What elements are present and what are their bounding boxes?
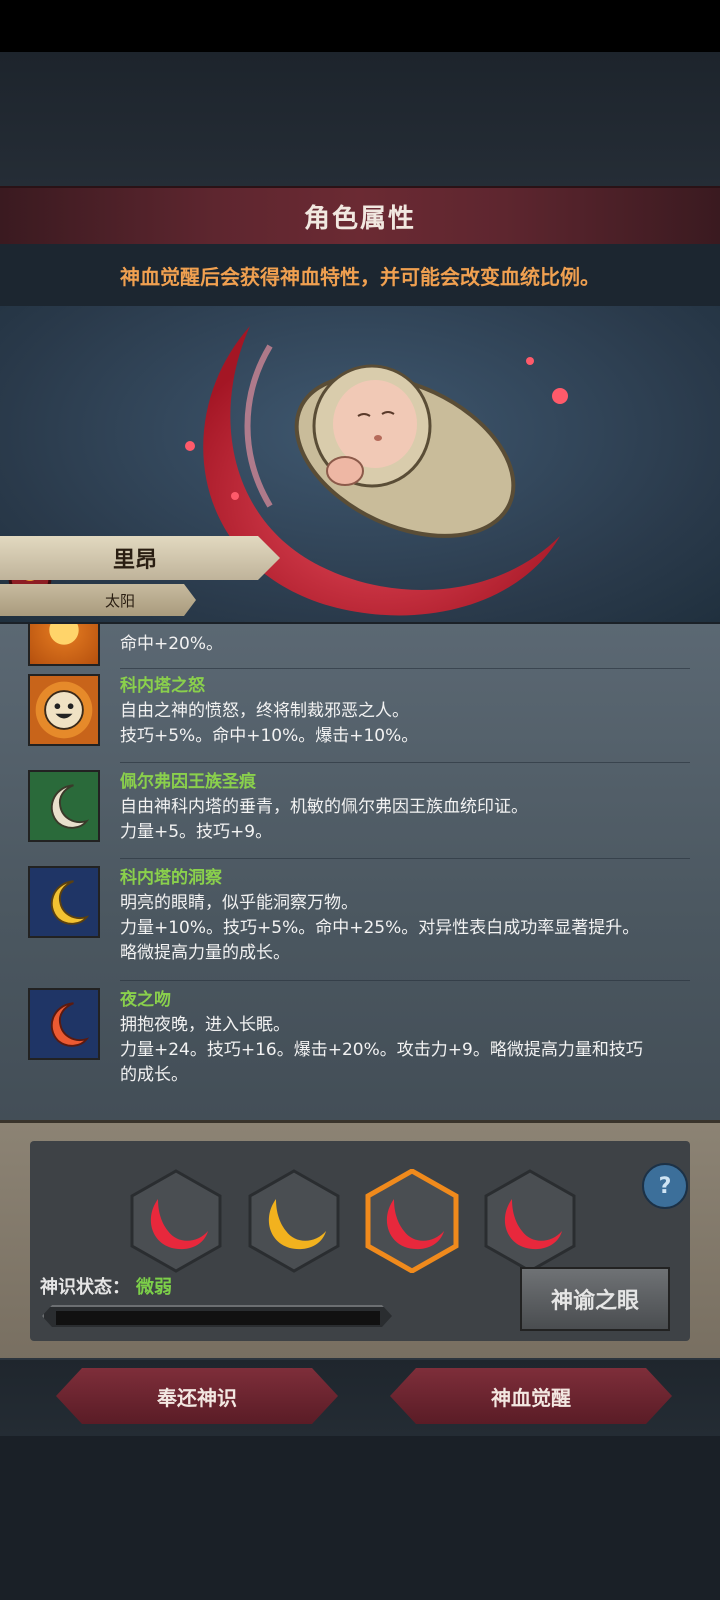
character-name: 里昂 xyxy=(112,548,157,573)
return-divine-sense-button[interactable]: 奉还神识 xyxy=(56,1368,338,1424)
divider xyxy=(120,668,690,669)
title-banner: 角色属性 xyxy=(0,186,720,246)
status-label: 神识状态： xyxy=(40,1277,130,1298)
trait-stats: 力量+5。技巧+9。 xyxy=(120,822,273,842)
red-crescent-icon xyxy=(28,988,100,1060)
character-subtitle-plate: 太阳 xyxy=(0,584,196,616)
slot-frame: ? 神识状态： 微弱 神谕之眼 xyxy=(30,1141,690,1341)
help-icon[interactable]: ? xyxy=(642,1163,688,1209)
sun-face-icon xyxy=(28,674,100,746)
notice-bar: 神血觉醒后会获得神血特性，并可能会改变血统比例。 xyxy=(0,244,720,306)
white-crescent-icon xyxy=(28,770,100,842)
divider xyxy=(120,762,690,763)
page-title: 角色属性 xyxy=(303,203,416,234)
trait-name: 夜之吻 xyxy=(120,990,171,1010)
divine-sense-progress-bar xyxy=(42,1305,392,1327)
red-crescent-slot[interactable] xyxy=(482,1169,578,1273)
trait-stats: 技巧+5%。命中+10%。爆击+10%。 xyxy=(120,726,419,746)
trait-name: 科内塔的洞察 xyxy=(120,868,222,888)
trait-name: 佩尔弗因王族圣痕 xyxy=(120,772,256,792)
trait-description: 明亮的眼睛，似乎能洞察万物。 xyxy=(120,893,358,913)
divider xyxy=(120,980,690,981)
trait-extra: 的成长。 xyxy=(120,1065,188,1085)
trait-stats: 命中+20%。 xyxy=(120,634,224,654)
red-crescent-slot[interactable] xyxy=(128,1169,224,1273)
gold-crescent-icon xyxy=(28,866,100,938)
trait-description: 自由神科内塔的垂青，机敏的佩尔弗因王族血统印证。 xyxy=(120,797,528,817)
trait-description: 拥抱夜晚，进入长眠。 xyxy=(120,1015,290,1035)
divine-sense-panel: ? 神识状态： 微弱 神谕之眼 xyxy=(0,1120,720,1361)
blood-awaken-button[interactable]: 神血觉醒 xyxy=(390,1368,672,1424)
red-crescent-slot-selected[interactable] xyxy=(364,1169,460,1273)
character-subtitle: 太阳 xyxy=(104,592,135,610)
character-nameplate: 里昂 xyxy=(0,536,280,580)
trait-stats: 力量+24。技巧+16。爆击+20%。攻击力+9。略微提高力量和技巧 xyxy=(120,1040,643,1060)
progress-track xyxy=(56,1311,380,1325)
sun-face-icon xyxy=(28,624,100,666)
trait-stats: 力量+10%。技巧+5%。命中+25%。对异性表白成功率显著提升。 xyxy=(120,918,640,938)
bottom-background xyxy=(0,1436,720,1600)
trait-extra: 略微提高力量的成长。 xyxy=(120,943,290,963)
trait-description: 自由之神的愤怒，终将制裁邪恶之人。 xyxy=(120,701,409,721)
divine-sense-status: 神识状态： 微弱 xyxy=(40,1273,172,1299)
status-value: 微弱 xyxy=(136,1277,172,1298)
trait-name: 科内塔之怒 xyxy=(120,676,205,696)
divider xyxy=(120,858,690,859)
trait-list[interactable]: 命中+20%。 科内塔之怒 自由之神的愤怒，终将制裁邪恶之人。 技巧+5%。命中… xyxy=(0,624,720,1120)
status-bar-area xyxy=(0,0,720,52)
gold-crescent-slot[interactable] xyxy=(246,1169,342,1273)
notice-text: 神血觉醒后会获得神血特性，并可能会改变血统比例。 xyxy=(120,264,600,289)
oracle-eye-button[interactable]: 神谕之眼 xyxy=(520,1267,670,1331)
top-background xyxy=(0,52,720,186)
action-bar: 奉还神识 神血觉醒 xyxy=(0,1358,720,1438)
